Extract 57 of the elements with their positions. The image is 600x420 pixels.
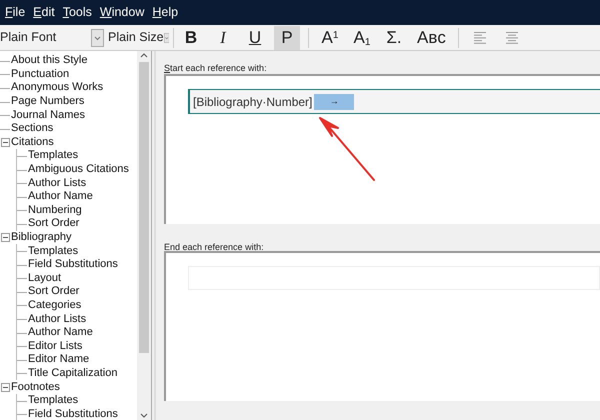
collapse-icon[interactable] (1, 382, 10, 392)
template-text: [Bibliography·Number] (193, 94, 312, 110)
menu-item[interactable]: Edit (30, 3, 58, 22)
tree-item[interactable]: Sections (11, 123, 54, 134)
tree-item[interactable]: Editor Lists (28, 340, 82, 352)
symbol-button[interactable]: Σ. (381, 26, 407, 50)
italic-button[interactable]: I (210, 26, 236, 50)
size-dropdown[interactable]: Plain Size (108, 26, 169, 48)
align-left-icon (472, 30, 488, 44)
tree-item[interactable]: Templates (28, 150, 78, 162)
start-editor[interactable]: [Bibliography·Number] → (164, 74, 600, 224)
menu-item[interactable]: Window (96, 3, 148, 22)
align-center-icon (504, 30, 520, 44)
tree-item[interactable]: Footnotes (11, 382, 60, 393)
tree-item[interactable]: Author Name (28, 327, 93, 338)
field-label: Start each reference with: (164, 62, 268, 74)
tree-item[interactable]: Bibliography (11, 232, 72, 244)
tree-item[interactable]: Journal Names (11, 110, 85, 121)
tree-item[interactable]: Ambiguous Citations (28, 164, 129, 176)
scroll-down-icon[interactable] (140, 413, 148, 418)
tree-item[interactable]: Anonymous Works (11, 82, 104, 94)
tree-item[interactable]: Field Substitutions (28, 408, 118, 420)
tree-item[interactable]: Page Numbers (11, 96, 84, 108)
scroll-up-icon[interactable] (140, 53, 148, 58)
sub-button[interactable]: A$_{1}$ (349, 26, 375, 50)
tree-item[interactable]: Punctuation (11, 68, 70, 80)
menu-item[interactable]: File (2, 3, 28, 22)
underline-button[interactable]: U (242, 26, 268, 50)
tree-item[interactable]: Templates (28, 395, 78, 406)
tree-item[interactable]: Citations (11, 136, 54, 148)
bold-button[interactable]: B (178, 26, 204, 50)
tree-item[interactable]: Author Lists (28, 314, 86, 325)
tree-item[interactable]: Author Lists (28, 178, 86, 189)
field-label: End each reference with: (164, 241, 265, 251)
annotation-arrow (318, 116, 376, 182)
scrollbar[interactable] (137, 51, 151, 420)
tree-item[interactable]: Sort Order (28, 218, 80, 230)
tree-item[interactable]: Numbering (28, 204, 82, 216)
tree-item[interactable]: Author Name (28, 191, 93, 202)
menu-item[interactable]: Help (149, 3, 182, 22)
tree-item[interactable]: Sort Order (28, 286, 80, 298)
collapse-icon[interactable] (1, 138, 10, 147)
tree-item[interactable]: Editor Name (28, 354, 90, 366)
tree-item[interactable]: About this Style (11, 55, 88, 66)
super-button[interactable]: A$^{1}$ (317, 26, 343, 50)
selected-tab-character: → (314, 94, 354, 110)
tree-item[interactable]: Categories (28, 300, 82, 311)
tree-item[interactable]: Templates (28, 246, 78, 257)
smallcaps-button[interactable]: Aʙᴄ (413, 26, 450, 50)
tree-item[interactable]: Title Capitalization (28, 368, 118, 379)
collapse-icon[interactable] (1, 233, 10, 242)
tree-item[interactable]: Layout (28, 272, 62, 284)
font-dropdown[interactable]: Plain Font (0, 26, 104, 48)
plain-button[interactable]: P (274, 26, 300, 50)
menu-item[interactable]: Tools (60, 3, 95, 22)
caret-icon (91, 28, 104, 46)
tree-item[interactable]: Field Substitutions (28, 259, 118, 270)
